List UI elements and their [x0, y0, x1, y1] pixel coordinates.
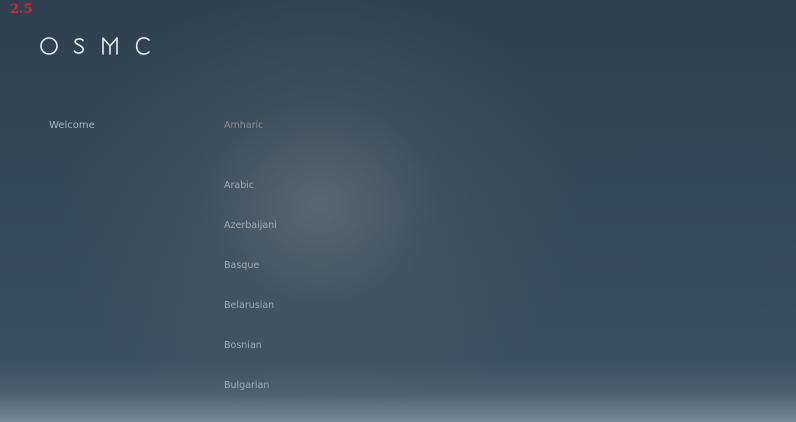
language-item-bulgarian[interactable]: Bulgarian — [224, 380, 269, 391]
language-item-arabic[interactable]: Arabic — [224, 180, 254, 191]
language-item-amharic[interactable]: Amharic — [224, 120, 263, 131]
osmc-logo-icon — [40, 37, 150, 55]
language-item-bosnian[interactable]: Bosnian — [224, 340, 262, 351]
bottom-glow — [0, 394, 796, 422]
language-item-basque[interactable]: Basque — [224, 260, 259, 271]
language-item-azerbaijani[interactable]: Azerbaijani — [224, 220, 277, 231]
osmc-logo — [40, 34, 152, 58]
language-item-belarusian[interactable]: Belarusian — [224, 300, 274, 311]
sidebar-item-welcome[interactable]: Welcome — [49, 120, 95, 131]
version-label: 2.5 — [10, 2, 33, 17]
